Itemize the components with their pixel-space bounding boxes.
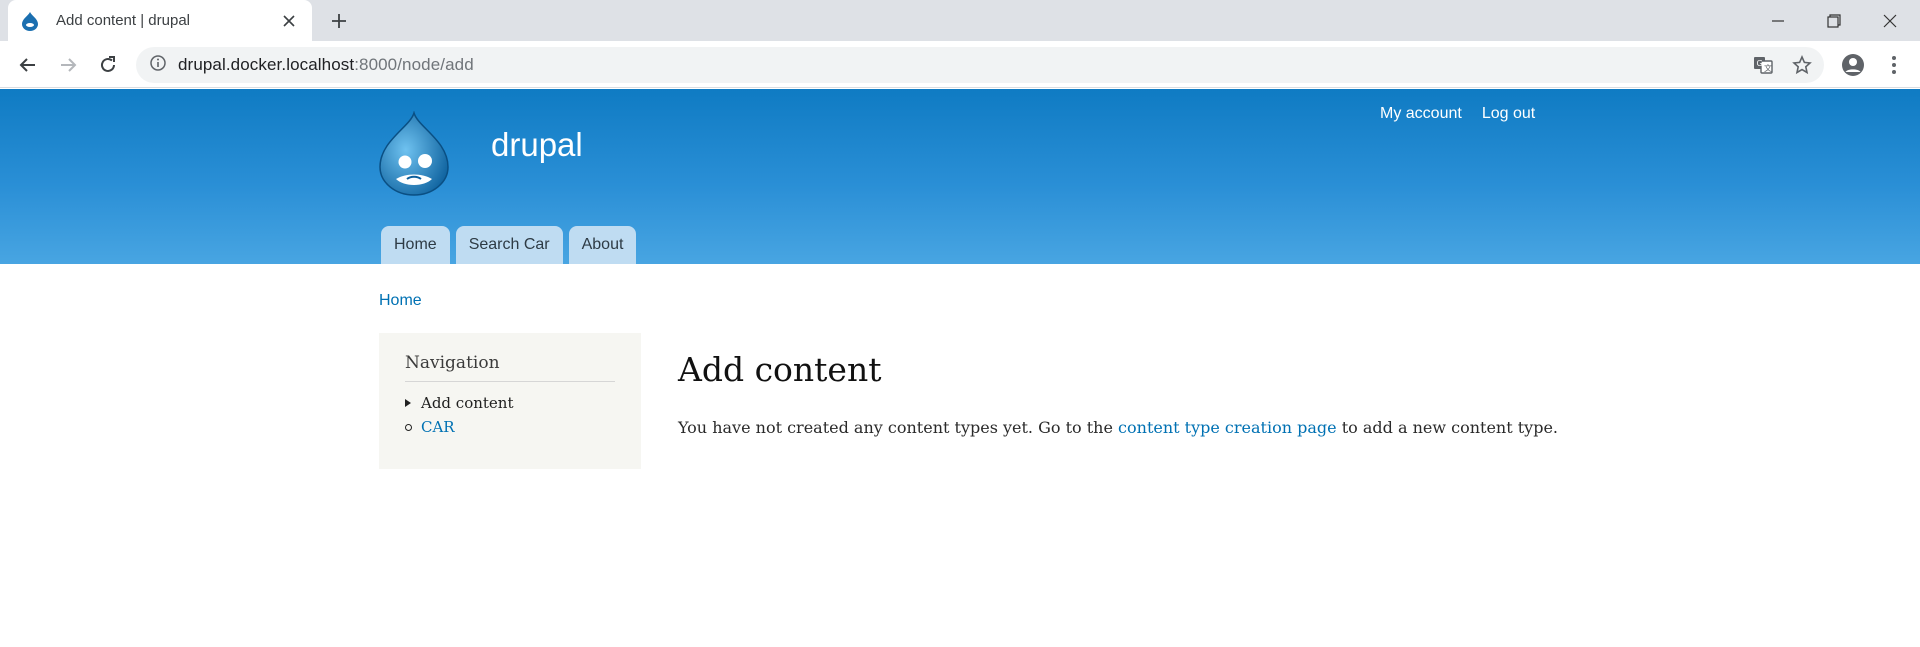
list-item: Add content	[405, 394, 615, 412]
kebab-menu-icon[interactable]	[1879, 50, 1909, 80]
nav-item-car[interactable]: CAR	[421, 418, 455, 436]
list-item: CAR	[405, 418, 615, 436]
navigation-block: Navigation Add content CAR	[379, 333, 641, 469]
window-close-icon[interactable]	[1862, 0, 1918, 41]
tab-home[interactable]: Home	[381, 226, 450, 264]
log-out-link[interactable]: Log out	[1482, 105, 1535, 123]
address-bar[interactable]: drupal.docker.localhost:8000/node/add G文	[136, 47, 1824, 83]
site-header: drupal My account Log out Home Search Ca…	[0, 89, 1920, 264]
navigation-list: Add content CAR	[405, 394, 615, 436]
my-account-link[interactable]: My account	[1380, 105, 1462, 123]
main-menu: Home Search Car About	[381, 226, 637, 264]
empty-message: You have not created any content types y…	[678, 418, 1558, 437]
message-text-before: You have not created any content types y…	[678, 418, 1119, 437]
account-circle-icon[interactable]	[1838, 50, 1868, 80]
browser-tab[interactable]: Add content | drupal	[8, 0, 312, 41]
circle-bullet-icon	[405, 423, 421, 431]
back-arrow-icon[interactable]	[13, 50, 43, 80]
minimize-icon[interactable]	[1750, 0, 1806, 41]
site-name[interactable]: drupal	[491, 126, 583, 164]
tab-close-icon[interactable]	[278, 10, 300, 32]
svg-text:文: 文	[1764, 63, 1772, 73]
triangle-bullet-icon	[405, 399, 421, 407]
reload-icon[interactable]	[93, 50, 123, 80]
tab-about[interactable]: About	[568, 226, 637, 264]
url-host: drupal.docker.localhost	[178, 55, 355, 74]
browser-tabstrip: Add content | drupal	[0, 0, 1920, 41]
message-text-after: to add a new content type.	[1336, 418, 1559, 437]
secondary-menu: My account Log out	[1380, 105, 1535, 123]
content-type-creation-link[interactable]: content type creation page	[1118, 418, 1337, 437]
tab-title: Add content | drupal	[56, 12, 190, 29]
restore-icon[interactable]	[1806, 0, 1862, 41]
translate-icon[interactable]: G文	[1752, 54, 1774, 76]
new-tab-plus-icon[interactable]	[326, 8, 352, 34]
page-title: Add content	[678, 350, 882, 389]
svg-text:G: G	[1757, 59, 1763, 68]
nav-item-add-content[interactable]: Add content	[421, 394, 514, 412]
drupal-logo-icon[interactable]	[378, 110, 450, 197]
url-text[interactable]: drupal.docker.localhost:8000/node/add	[178, 55, 474, 75]
browser-toolbar: drupal.docker.localhost:8000/node/add G文	[0, 41, 1920, 88]
url-path: :8000/node/add	[354, 55, 474, 74]
navigation-title: Navigation	[405, 353, 615, 382]
breadcrumb-home[interactable]: Home	[379, 292, 422, 310]
forward-arrow-icon[interactable]	[53, 50, 83, 80]
tab-search-car[interactable]: Search Car	[455, 226, 563, 264]
drupal-favicon-icon	[20, 11, 40, 31]
info-icon[interactable]	[150, 54, 166, 76]
star-icon[interactable]	[1791, 54, 1813, 76]
